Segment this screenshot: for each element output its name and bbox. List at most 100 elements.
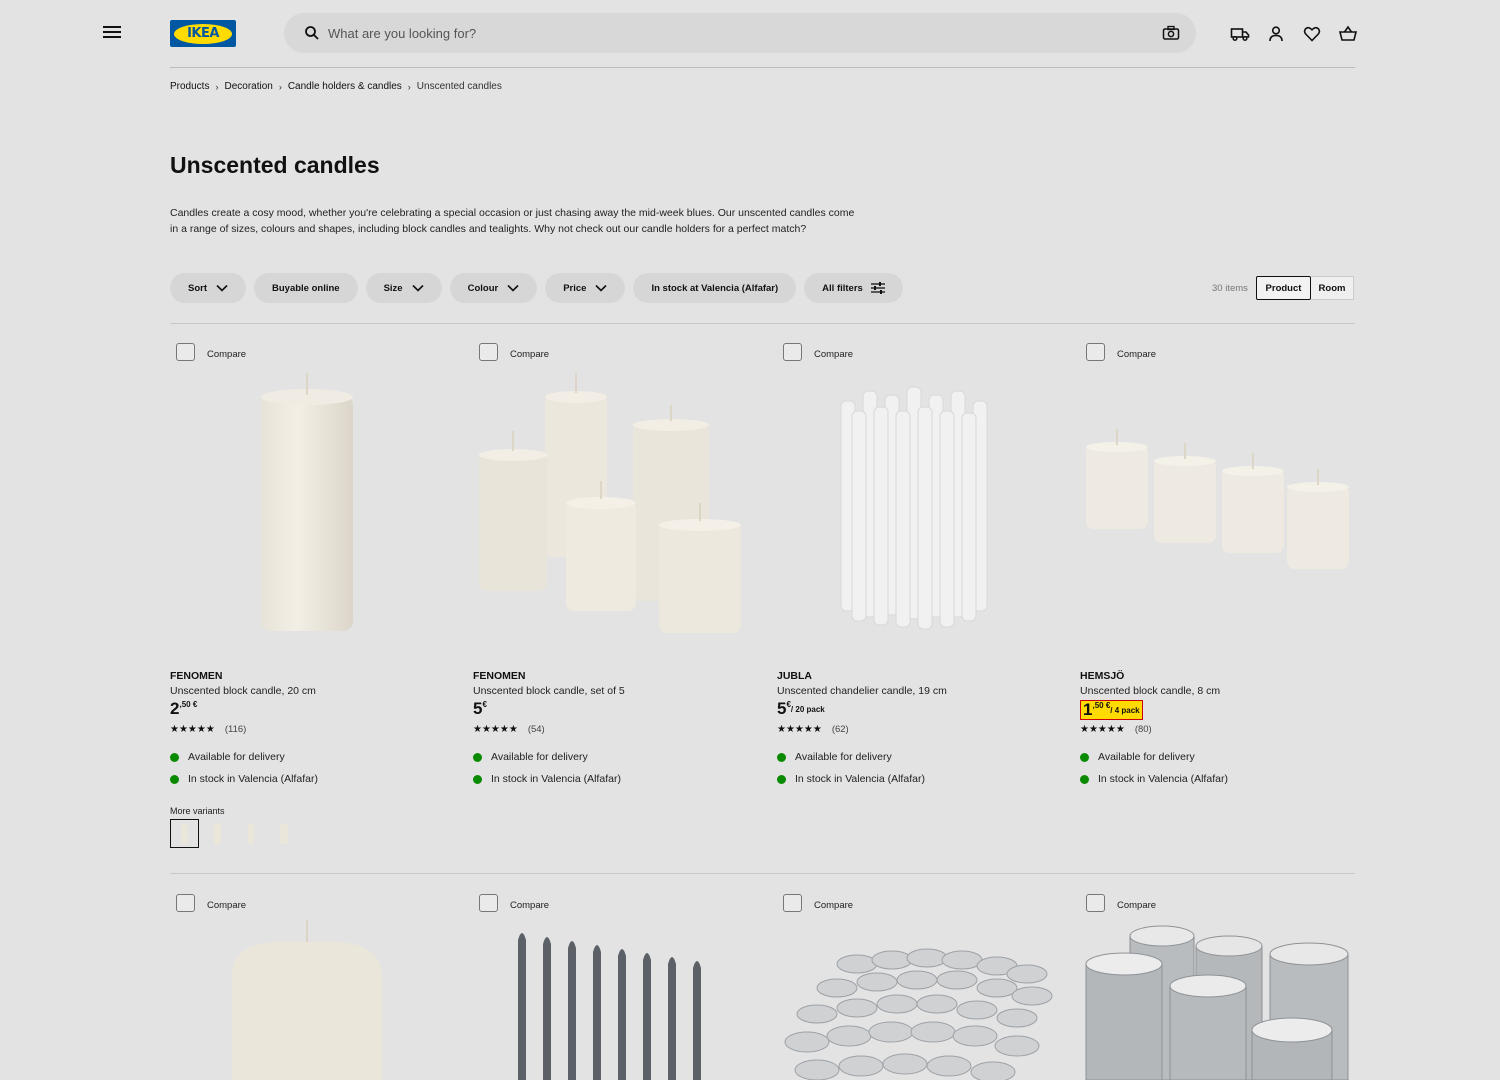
variant-thumbnail[interactable] — [269, 819, 298, 848]
delivery-truck-icon[interactable] — [1230, 24, 1250, 44]
status-dot-icon — [777, 774, 786, 784]
compare-label: Compare — [207, 899, 247, 911]
checkbox-box[interactable] — [479, 343, 498, 361]
stock-label: In stock at Valencia (Alfafar) — [651, 282, 779, 294]
status-dot-icon — [777, 752, 786, 762]
price-filter-button[interactable]: Price — [545, 273, 626, 303]
rating[interactable]: ★★★★★ (116) — [170, 724, 246, 735]
product-image[interactable] — [777, 365, 1057, 635]
stock-text: In stock in Valencia (Alfafar) — [491, 773, 621, 785]
breadcrumb-products[interactable]: Products — [170, 81, 209, 92]
product-name[interactable]: FENOMEN — [473, 670, 526, 682]
product-card[interactable]: Compare JUBLA Unscented chandelier candl… — [777, 343, 1057, 803]
compare-checkbox[interactable]: Compare — [783, 343, 853, 361]
camera-icon[interactable] — [1162, 25, 1180, 41]
colour-label: Colour — [467, 282, 499, 294]
compare-checkbox[interactable]: Compare — [1086, 343, 1156, 361]
search-input[interactable] — [328, 13, 1128, 53]
compare-label: Compare — [1117, 348, 1157, 360]
variant-thumbnails — [170, 819, 298, 848]
colour-filter-button[interactable]: Colour — [449, 273, 538, 303]
delivery-availability: Available for delivery — [170, 751, 285, 763]
product-image[interactable] — [777, 916, 1057, 1080]
sort-filter-button[interactable]: Sort — [170, 273, 246, 303]
price-decimal: ,50 € — [1092, 701, 1111, 710]
room-view-toggle[interactable]: Room — [1311, 276, 1354, 300]
product-card[interactable]: Compare — [473, 894, 753, 1080]
status-dot-icon — [473, 752, 482, 762]
product-card[interactable]: Compare HEMSJÖ Unscented block candle, 8… — [1080, 343, 1360, 803]
product-card[interactable]: Compare — [1080, 894, 1360, 1080]
variant-thumbnail[interactable] — [236, 819, 265, 848]
price-unit: / 4 pack — [1110, 706, 1140, 715]
product-card[interactable]: Compare FENOMEN Unscented block candle, … — [170, 343, 450, 848]
checkbox-box[interactable] — [479, 894, 498, 912]
compare-label: Compare — [510, 899, 550, 911]
product-name[interactable]: HEMSJÖ — [1080, 670, 1124, 682]
product-image[interactable] — [1080, 916, 1360, 1080]
product-name[interactable]: JUBLA — [777, 670, 812, 682]
star-icons: ★★★★★ — [170, 724, 215, 735]
product-image[interactable] — [170, 365, 450, 635]
product-image[interactable] — [170, 916, 450, 1080]
price-integer: 5 — [473, 699, 483, 718]
shopping-bag-icon[interactable] — [1338, 24, 1358, 44]
delivery-availability: Available for delivery — [1080, 751, 1195, 763]
delivery-availability: Available for delivery — [473, 751, 588, 763]
delivery-availability: Available for delivery — [777, 751, 892, 763]
buyable-online-filter[interactable]: Buyable online — [254, 273, 358, 303]
compare-checkbox[interactable]: Compare — [176, 894, 246, 912]
user-icon[interactable] — [1266, 24, 1286, 44]
status-dot-icon — [473, 774, 482, 784]
variant-thumbnail[interactable] — [170, 819, 199, 848]
delivery-text: Available for delivery — [491, 751, 588, 763]
size-label: Size — [383, 282, 403, 294]
heart-icon[interactable] — [1302, 24, 1322, 44]
breadcrumb-decoration[interactable]: Decoration — [224, 81, 272, 92]
rating[interactable]: ★★★★★ (80) — [1080, 724, 1152, 735]
buyable-label: Buyable online — [272, 282, 340, 294]
chevron-down-icon — [412, 284, 424, 292]
variant-thumbnail[interactable] — [203, 819, 232, 848]
product-image[interactable] — [473, 916, 753, 1080]
rating[interactable]: ★★★★★ (62) — [777, 724, 849, 735]
sort-label: Sort — [188, 282, 207, 294]
checkbox-box[interactable] — [783, 894, 802, 912]
breadcrumb-candle-holders[interactable]: Candle holders & candles — [288, 81, 402, 92]
ikea-logo[interactable]: IKEA — [170, 20, 236, 47]
size-filter-button[interactable]: Size — [365, 273, 442, 303]
site-header: IKEA — [0, 0, 1500, 68]
compare-checkbox[interactable]: Compare — [176, 343, 246, 361]
checkbox-box[interactable] — [1086, 894, 1105, 912]
product-image[interactable] — [473, 365, 753, 635]
search-bar[interactable] — [284, 13, 1196, 53]
menu-icon[interactable] — [103, 24, 121, 42]
logo-oval: IKEA — [174, 23, 232, 44]
product-card[interactable]: Compare FENOMEN Unscented block candle, … — [473, 343, 753, 803]
compare-checkbox[interactable]: Compare — [783, 894, 853, 912]
product-image[interactable] — [1080, 365, 1360, 635]
all-filters-button[interactable]: All filters — [804, 273, 903, 303]
product-name[interactable]: FENOMEN — [170, 670, 223, 682]
compare-checkbox[interactable]: Compare — [479, 343, 549, 361]
checkbox-box[interactable] — [783, 343, 802, 361]
product-view-toggle[interactable]: Product — [1256, 276, 1311, 300]
chevron-right-icon: › — [278, 81, 282, 92]
compare-checkbox[interactable]: Compare — [1086, 894, 1156, 912]
checkbox-box[interactable] — [176, 343, 195, 361]
product-card[interactable]: Compare — [170, 894, 450, 1080]
checkbox-box[interactable] — [176, 894, 195, 912]
rating[interactable]: ★★★★★ (54) — [473, 724, 545, 735]
more-variants-label: More variants — [170, 806, 225, 816]
compare-checkbox[interactable]: Compare — [479, 894, 549, 912]
in-stock-filter[interactable]: In stock at Valencia (Alfafar) — [633, 273, 797, 303]
price-label: Price — [563, 282, 587, 294]
delivery-text: Available for delivery — [795, 751, 892, 763]
store-availability: In stock in Valencia (Alfafar) — [777, 773, 925, 785]
header-divider — [170, 67, 1355, 68]
status-dot-icon — [170, 774, 179, 784]
checkbox-box[interactable] — [1086, 343, 1105, 361]
price-integer: 2 — [170, 699, 180, 718]
product-price-highlighted: 1,50 €/ 4 pack — [1080, 700, 1143, 720]
product-card[interactable]: Compare — [777, 894, 1057, 1080]
